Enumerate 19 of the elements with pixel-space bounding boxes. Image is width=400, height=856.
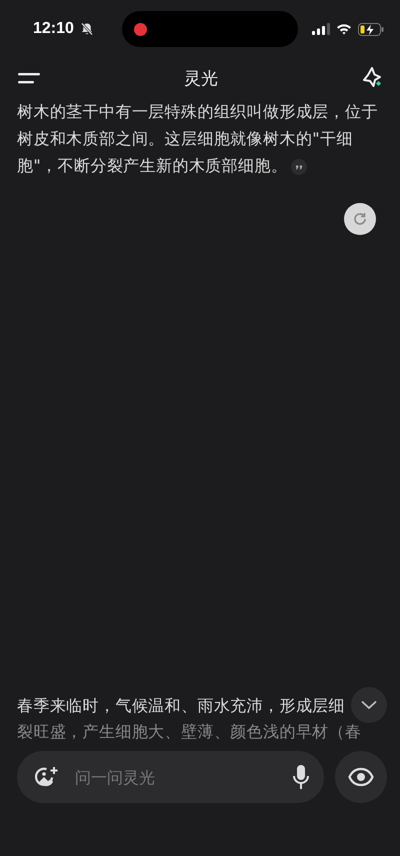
microphone-icon[interactable] xyxy=(292,764,310,790)
scroll-down-button[interactable] xyxy=(351,687,387,723)
status-time: 12:10 xyxy=(33,20,74,38)
ask-input-field[interactable]: 问一问灵光 xyxy=(73,766,278,788)
regenerate-button[interactable] xyxy=(344,203,376,235)
signal-icon xyxy=(312,23,330,35)
wifi-icon xyxy=(336,23,352,35)
image-add-icon[interactable] xyxy=(35,765,59,789)
answer-paragraph: 树木的茎干中有一层特殊的组织叫做形成层，位于树皮和木质部之间。这层细胞就像树木的"干细胞"，不断分裂产生新的木质部细胞。 xyxy=(16,101,379,177)
eye-icon xyxy=(348,767,374,787)
answer-line: 裂旺盛，产生细胞大、壁薄、颜色浅的早材（春 xyxy=(17,721,362,743)
menu-icon[interactable] xyxy=(18,71,40,85)
answer-line: 春季来临时，气候温和、雨水充沛，形成层细 xyxy=(17,695,345,717)
input-bar[interactable]: 问一问灵光 xyxy=(17,751,324,803)
citation-icon[interactable] xyxy=(291,158,308,175)
app-title: 灵光 xyxy=(184,68,218,90)
chevron-down-icon xyxy=(361,700,377,710)
refresh-icon xyxy=(352,211,368,227)
sparkle-icon[interactable] xyxy=(362,66,384,90)
